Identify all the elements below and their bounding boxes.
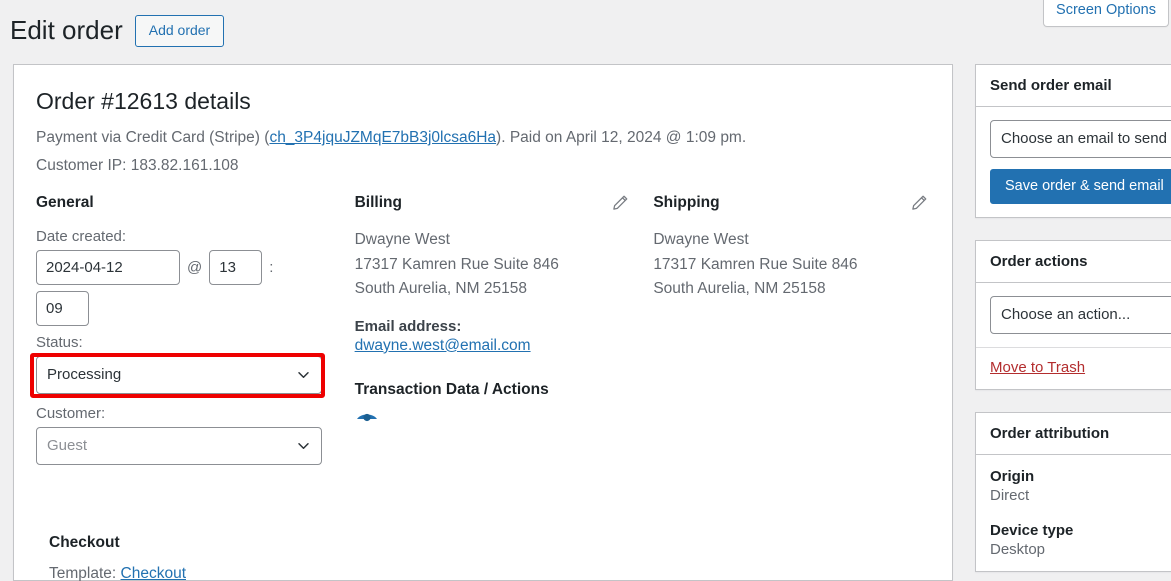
pencil-icon[interactable] (910, 194, 928, 212)
action-select-wrapper: Choose an action... (990, 296, 1171, 334)
minute-input[interactable] (36, 291, 89, 327)
customer-label: Customer: (36, 405, 106, 423)
shipping-street: 17317 Kamren Rue Suite 846 (653, 255, 858, 273)
panel-divider: Move to Trash (976, 347, 1171, 389)
pencil-icon[interactable] (611, 194, 629, 212)
order-attribution-title: Order attribution (976, 413, 1171, 455)
page-header: Edit order Add order (10, 14, 225, 48)
order-action-select[interactable]: Choose an action... (990, 296, 1171, 334)
checkout-template-line: Template: Checkout (49, 565, 283, 581)
general-column: General Date created: @ : Status: (36, 194, 355, 466)
checkout-heading: Checkout (49, 534, 120, 551)
sidebar: Send order email Choose an email to send… (975, 64, 1171, 581)
status-select-wrapper: Processing (36, 356, 322, 395)
billing-email-link[interactable]: dwayne.west@email.com (355, 337, 531, 354)
transaction-data-block: Transaction Data / Actions (355, 381, 654, 426)
shipping-address: Dwayne West 17317 Kamren Rue Suite 846 S… (653, 228, 952, 301)
send-order-email-body: Choose an email to send Save order & sen… (976, 107, 1171, 217)
payment-suffix: ). Paid on April 12, 2024 @ 1:09 pm. (496, 128, 747, 146)
move-to-trash-link[interactable]: Move to Trash (976, 348, 1099, 389)
order-status-select[interactable]: Processing (36, 356, 322, 395)
send-email-select[interactable]: Choose an email to send (990, 120, 1171, 158)
transaction-heading: Transaction Data / Actions (354, 380, 549, 398)
general-heading: General (36, 194, 94, 212)
billing-heading: Billing (354, 194, 402, 212)
attribution-key-origin: Origin (990, 468, 1035, 485)
send-order-email-title: Send order email (976, 65, 1171, 107)
hour-input[interactable] (209, 250, 263, 286)
attribution-value-device-type: Desktop (990, 541, 1046, 558)
eye-icon[interactable] (355, 410, 379, 426)
order-columns: General Date created: @ : Status: (36, 194, 952, 466)
order-heading: Order #12613 details (36, 88, 251, 114)
date-created-input[interactable] (36, 250, 180, 286)
order-actions-panel: Order actions Choose an action... Move t… (975, 240, 1171, 390)
template-label: Template: (49, 565, 117, 581)
checkout-block: Checkout Template: Checkout Source: /che… (49, 534, 283, 581)
customer-select-wrapper: Guest (36, 427, 322, 466)
order-attribution-panel: Order attribution Origin Direct Device t… (975, 412, 1171, 572)
billing-name: Dwayne West (354, 231, 450, 249)
payment-prefix: Payment via Credit Card (Stripe) ( (36, 128, 270, 146)
shipping-column: Shipping Dwayne West 17317 Kamren Rue Su… (653, 194, 952, 465)
customer-ip-line: Customer IP: 183.82.161.108 (36, 156, 239, 174)
at-symbol: @ (187, 259, 203, 277)
date-created-label: Date created: (36, 228, 127, 246)
attribution-value-origin: Direct (990, 487, 1030, 504)
screen-options-tab[interactable]: Screen Options (1043, 0, 1169, 28)
email-address-label: Email address: (354, 317, 462, 335)
billing-street: 17317 Kamren Rue Suite 846 (354, 255, 559, 273)
minute-row (36, 291, 355, 327)
billing-column: Billing Dwayne West 17317 Kamren Rue Sui… (355, 194, 654, 465)
template-link[interactable]: Checkout (121, 565, 186, 581)
colon-symbol: : (269, 259, 274, 277)
screen-options-label: Screen Options (1056, 2, 1156, 18)
save-order-send-email-button[interactable]: Save order & send email (990, 169, 1171, 204)
attribution-key-device-type: Device type (990, 522, 1074, 539)
billing-address: Dwayne West 17317 Kamren Rue Suite 846 S… (355, 228, 654, 301)
date-created-row: @ : (36, 250, 355, 286)
order-actions-title: Order actions (976, 241, 1171, 283)
charge-id-link[interactable]: ch_3P4jquJZMqE7bB3j0lcsa6Ha (269, 129, 496, 146)
status-label: Status: (36, 334, 83, 352)
payment-info-line: Payment via Credit Card (Stripe) (ch_3P4… (36, 126, 952, 151)
billing-city-state-zip: South Aurelia, NM 25158 (354, 280, 527, 298)
order-actions-body: Choose an action... (976, 283, 1171, 347)
shipping-heading: Shipping (653, 194, 720, 212)
order-details-card: Order #12613 details Payment via Credit … (13, 64, 953, 581)
woocommerce-edit-order-screen: Screen Options Edit order Add order Orde… (0, 0, 1171, 581)
billing-email-block: Email address: dwayne.west@email.com (355, 318, 654, 355)
shipping-city-state-zip: South Aurelia, NM 25158 (653, 280, 826, 298)
email-select-wrapper: Choose an email to send (990, 120, 1171, 158)
send-order-email-panel: Send order email Choose an email to send… (975, 64, 1171, 218)
customer-select[interactable]: Guest (36, 427, 322, 466)
add-order-button[interactable]: Add order (134, 14, 225, 48)
shipping-name: Dwayne West (653, 231, 749, 249)
order-attribution-body: Origin Direct Device type Desktop (976, 455, 1171, 571)
page-title: Edit order (10, 15, 123, 45)
